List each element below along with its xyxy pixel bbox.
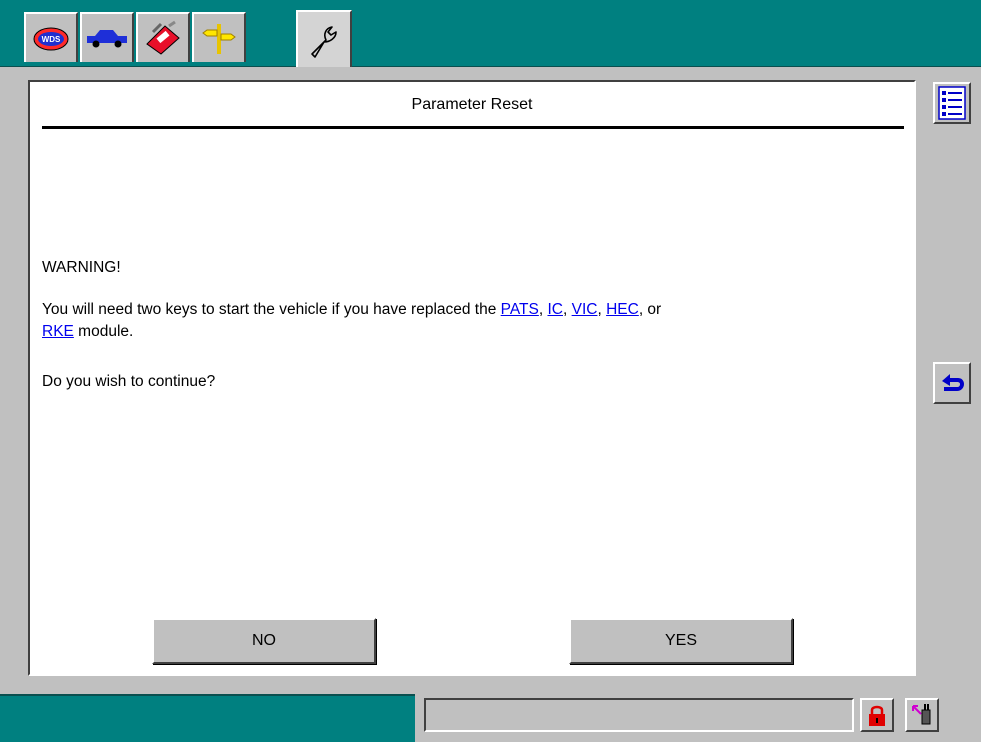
tab-signpost[interactable] bbox=[192, 12, 246, 62]
warning-message: You will need two keys to start the vehi… bbox=[42, 299, 902, 343]
application-window: WDS Parameter Reset WARNING! You will ne… bbox=[0, 0, 981, 742]
vehicle-car-icon bbox=[87, 30, 127, 48]
status-bar bbox=[0, 688, 981, 742]
separator: , bbox=[597, 301, 607, 318]
padlock-icon bbox=[869, 705, 885, 726]
continue-question: Do you wish to continue? bbox=[42, 373, 216, 390]
link-rke[interactable]: RKE bbox=[42, 323, 74, 340]
menu-list-button[interactable] bbox=[933, 82, 971, 124]
message-prefix: You will need two keys to start the vehi… bbox=[42, 301, 501, 318]
lock-status-button[interactable] bbox=[860, 698, 894, 732]
toolbox-icon bbox=[146, 20, 180, 55]
return-button[interactable] bbox=[933, 362, 971, 404]
top-toolbar: WDS bbox=[0, 0, 981, 67]
list-icon bbox=[938, 86, 966, 120]
connection-plug-icon bbox=[912, 704, 931, 725]
status-field bbox=[424, 698, 854, 732]
tab-service-functions[interactable] bbox=[296, 10, 352, 67]
wrench-icon bbox=[311, 25, 337, 58]
link-hec[interactable]: HEC bbox=[606, 301, 639, 318]
message-suffix: module. bbox=[73, 323, 134, 340]
svg-text:WDS: WDS bbox=[42, 35, 61, 44]
connection-status-button[interactable] bbox=[905, 698, 939, 732]
warning-label: WARNING! bbox=[42, 259, 121, 276]
separator: , or bbox=[638, 301, 662, 318]
yes-button[interactable]: YES bbox=[569, 618, 793, 664]
link-pats[interactable]: PATS bbox=[501, 301, 539, 318]
tab-vehicle-id[interactable]: WDS bbox=[24, 12, 78, 62]
dialog-panel: Parameter Reset WARNING! You will need t… bbox=[28, 80, 916, 676]
status-teal-area bbox=[0, 694, 415, 742]
dialog-title: Parameter Reset bbox=[411, 96, 533, 113]
tab-vehicle[interactable] bbox=[80, 12, 134, 62]
link-vic[interactable]: VIC bbox=[572, 301, 598, 318]
separator: , bbox=[562, 301, 572, 318]
link-ic[interactable]: IC bbox=[547, 301, 563, 318]
tab-toolbox[interactable] bbox=[136, 12, 190, 62]
vehicle-id-badge-icon: WDS bbox=[33, 27, 69, 51]
signpost-icon bbox=[202, 24, 236, 54]
title-divider bbox=[42, 126, 904, 129]
no-button[interactable]: NO bbox=[152, 618, 376, 664]
return-arrow-icon bbox=[942, 374, 964, 391]
